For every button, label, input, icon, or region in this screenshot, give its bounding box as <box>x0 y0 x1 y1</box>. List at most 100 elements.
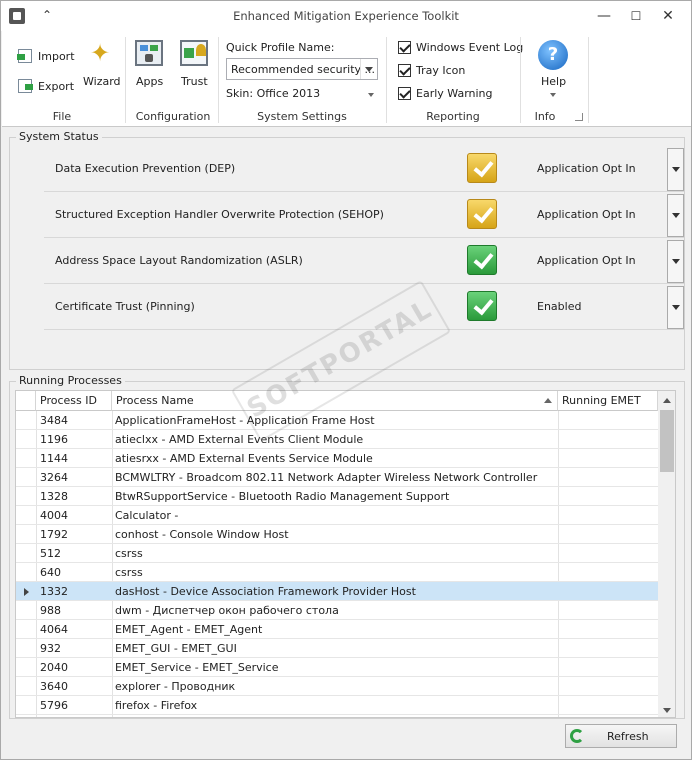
quick-profile-select[interactable]: Recommended security ... <box>226 58 378 80</box>
process-id-cell: 3484 <box>40 414 68 427</box>
reporting-group-label: Reporting <box>426 110 480 123</box>
checkbox-checked <box>398 64 411 77</box>
table-row[interactable]: 932 EMET_GUI - EMET_GUI <box>16 639 658 658</box>
title-bar: ⌃ Enhanced Mitigation Experience Toolkit… <box>1 1 691 31</box>
trust-label: Trust <box>181 75 208 88</box>
file-group-label: File <box>52 110 72 123</box>
trust-icon <box>180 40 208 66</box>
process-id-cell: 932 <box>40 642 61 655</box>
column-header-running-emet[interactable]: Running EMET <box>558 391 658 411</box>
table-row[interactable]: 4004 Calculator - <box>16 506 658 525</box>
table-row[interactable]: 3640 explorer - Проводник <box>16 677 658 696</box>
table-row[interactable]: 988 dwm - Диспетчер окон рабочего стола <box>16 601 658 620</box>
status-dropdown-button[interactable] <box>667 194 684 237</box>
status-check-icon <box>467 291 497 321</box>
column-header-process-name[interactable]: Process Name <box>112 391 558 411</box>
dialog-launcher-icon[interactable] <box>575 113 583 121</box>
process-id-cell: 1144 <box>40 452 68 465</box>
apps-button[interactable]: Apps <box>132 37 166 95</box>
process-name-cell: csrss <box>115 566 143 579</box>
table-row[interactable]: 1792 conhost - Console Window Host <box>16 525 658 544</box>
trust-button[interactable]: Trust <box>176 37 212 95</box>
early-warning-label: Early Warning <box>416 87 493 100</box>
status-value: Application Opt In <box>537 208 636 221</box>
process-name-cell: EMET_Agent - EMET_Agent <box>115 623 263 636</box>
table-row[interactable]: 1332 dasHost - Device Association Framewo… <box>16 582 658 601</box>
table-row[interactable]: 4064 EMET_Agent - EMET_Agent <box>16 620 658 639</box>
status-value: Application Opt In <box>537 162 636 175</box>
early-warning-checkbox[interactable]: Early Warning <box>398 86 518 102</box>
import-button[interactable]: Import <box>16 47 76 65</box>
export-label: Export <box>38 80 75 93</box>
refresh-button[interactable]: Refresh <box>565 724 677 748</box>
checkbox-checked <box>398 41 411 54</box>
sort-ascending-icon <box>544 398 552 403</box>
process-id-cell: 1792 <box>40 528 68 541</box>
column-header-process-id[interactable]: Process ID <box>36 391 112 411</box>
status-label: Data Execution Prevention (DEP) <box>55 162 236 175</box>
table-row[interactable]: 3484 ApplicationFrameHost - Application F… <box>16 411 658 430</box>
process-id-cell: 3640 <box>40 680 68 693</box>
chevron-down-icon <box>368 93 374 97</box>
scroll-down-arrow[interactable] <box>658 701 675 717</box>
table-row[interactable]: 640 csrss <box>16 563 658 582</box>
process-name-cell: EMET_GUI - EMET_GUI <box>115 642 237 655</box>
windows-event-log-label: Windows Event Log <box>416 41 524 54</box>
skin-select[interactable]: Skin: Office 2013 <box>226 85 378 103</box>
group-divider <box>218 37 219 123</box>
wizard-button[interactable]: ✦ Wizard <box>82 37 121 95</box>
status-value: Application Opt In <box>537 254 636 267</box>
export-button[interactable]: Export <box>16 77 76 95</box>
process-id-cell: 988 <box>40 604 61 617</box>
help-icon: ? <box>538 40 568 70</box>
table-row[interactable]: 512 csrss <box>16 544 658 563</box>
system-settings-group-label: System Settings <box>257 110 347 123</box>
table-row[interactable]: 1328 BtwRSupportService - Bluetooth Radio… <box>16 487 658 506</box>
process-id-cell: 1332 <box>40 585 68 598</box>
process-name-cell: explorer - Проводник <box>115 680 236 693</box>
vertical-scrollbar[interactable] <box>658 391 675 717</box>
apps-label: Apps <box>136 75 164 88</box>
configuration-group-label: Configuration <box>135 110 211 123</box>
status-value: Enabled <box>537 300 582 313</box>
status-dropdown-button[interactable] <box>667 240 684 283</box>
export-icon <box>18 79 33 93</box>
close-button[interactable]: ✕ <box>645 1 691 31</box>
tray-icon-label: Tray Icon <box>416 64 466 77</box>
status-dropdown-button[interactable] <box>667 148 684 191</box>
status-check-icon <box>467 153 497 183</box>
process-name-cell: atieclxx - AMD External Events Client Mo… <box>115 433 364 446</box>
process-id-cell: 4064 <box>40 623 68 636</box>
info-group-label: Info <box>534 110 556 123</box>
tray-icon-checkbox[interactable]: Tray Icon <box>398 63 518 79</box>
process-name-cell: ApplicationFrameHost - Application Frame… <box>115 414 375 427</box>
process-name-cell: dwm - Диспетчер окон рабочего стола <box>115 604 339 617</box>
process-name-cell: dasHost - Device Association Framework P… <box>115 585 416 598</box>
status-check-icon <box>467 245 497 275</box>
status-check-icon <box>467 199 497 229</box>
apps-icon <box>135 40 163 66</box>
row-indicator-header <box>16 391 36 411</box>
process-id-cell: 640 <box>40 566 61 579</box>
scroll-up-arrow[interactable] <box>658 391 675 409</box>
table-row[interactable]: 1144 atiesrxx - AMD External Events Servi… <box>16 449 658 468</box>
help-button[interactable]: ? Help <box>534 37 572 103</box>
process-table[interactable]: Process ID Process Name Running EMET 348… <box>15 390 676 718</box>
group-divider <box>386 37 387 123</box>
scroll-thumb[interactable] <box>660 410 674 472</box>
system-status-panel: System Status Data Execution Prevention … <box>9 130 685 370</box>
status-row: Data Execution Prevention (DEP) Applicati… <box>44 146 684 192</box>
status-dropdown-button[interactable] <box>667 286 684 329</box>
group-divider <box>125 37 126 123</box>
status-label: Certificate Trust (Pinning) <box>55 300 195 313</box>
table-row[interactable]: 1196 atieclxx - AMD External Events Clien… <box>16 430 658 449</box>
table-row[interactable]: 5796 firefox - Firefox <box>16 696 658 715</box>
windows-event-log-checkbox[interactable]: Windows Event Log <box>398 40 523 56</box>
process-id-cell: 5796 <box>40 699 68 712</box>
process-id-cell: 512 <box>40 547 61 560</box>
table-row[interactable]: 3264 BCMWLTRY - Broadcom 802.11 Network A… <box>16 468 658 487</box>
running-processes-title: Running Processes <box>16 374 125 387</box>
table-row[interactable]: 2040 EMET_Service - EMET_Service <box>16 658 658 677</box>
app-window: ⌃ Enhanced Mitigation Experience Toolkit… <box>0 0 692 760</box>
wizard-icon: ✦ <box>89 39 111 67</box>
